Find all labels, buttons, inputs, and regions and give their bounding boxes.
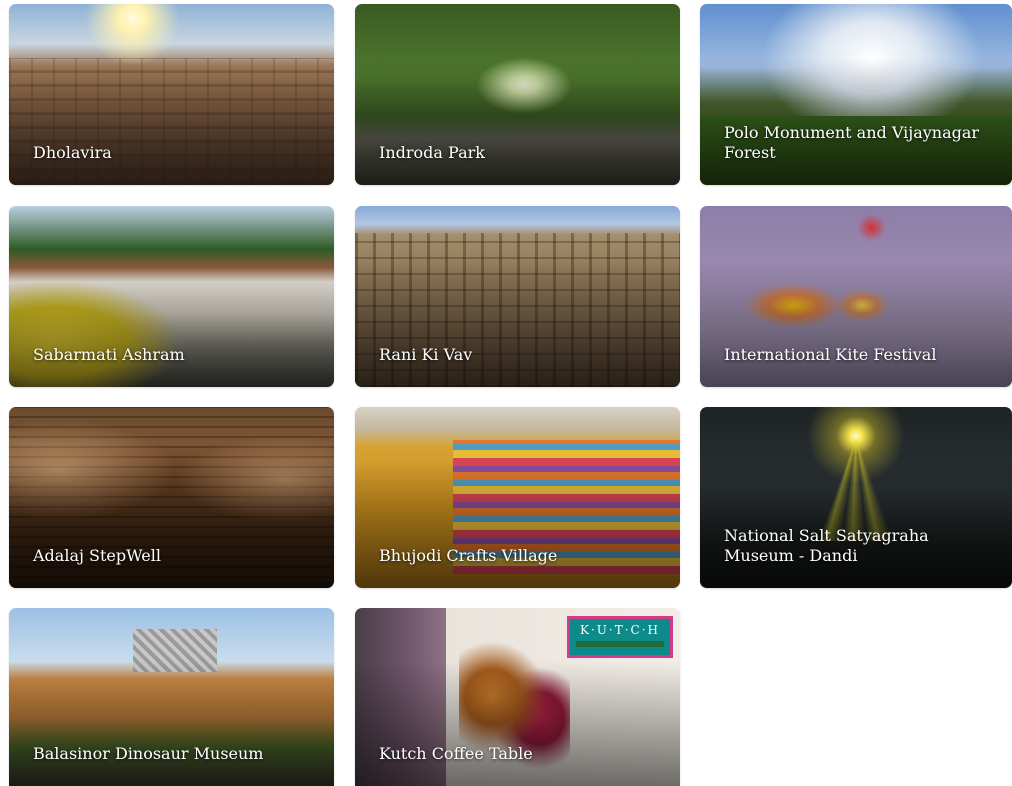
card-title: International Kite Festival xyxy=(724,345,937,364)
card-title: Kutch Coffee Table xyxy=(379,744,533,763)
card-title: Dholavira xyxy=(33,143,112,162)
card-title: Indroda Park xyxy=(379,143,485,162)
kutch-logo-text: K·U·T·C·H xyxy=(580,623,660,637)
card-polo-monument[interactable]: Polo Monument and Vijaynagar Forest xyxy=(700,4,1012,185)
card-salt-satyagraha-museum[interactable]: National Salt Satyagraha Museum - Dandi xyxy=(700,407,1012,588)
card-bhujodi-crafts[interactable]: Bhujodi Crafts Village xyxy=(355,407,680,588)
card-rani-ki-vav[interactable]: Rani Ki Vav xyxy=(355,206,680,387)
card-kutch-coffee-table[interactable]: K·U·T·C·H Kutch Coffee Table xyxy=(355,608,680,786)
card-kite-festival[interactable]: International Kite Festival xyxy=(700,206,1012,387)
card-title: Polo Monument and Vijaynagar Forest xyxy=(724,123,980,162)
card-title: Adalaj StepWell xyxy=(33,546,161,565)
card-title: Bhujodi Crafts Village xyxy=(379,546,558,565)
card-title: National Salt Satyagraha Museum - Dandi xyxy=(724,526,929,565)
card-adalaj-stepwell[interactable]: Adalaj StepWell xyxy=(9,407,334,588)
card-dholavira[interactable]: Dholavira xyxy=(9,4,334,185)
kutch-logo: K·U·T·C·H xyxy=(567,616,673,658)
card-sabarmati-ashram[interactable]: Sabarmati Ashram xyxy=(9,206,334,387)
card-balasinor-dinosaur-museum[interactable]: Balasinor Dinosaur Museum xyxy=(9,608,334,786)
card-indroda-park[interactable]: Indroda Park xyxy=(355,4,680,185)
destination-grid: Dholavira Indroda Park Polo Monument and… xyxy=(0,0,1012,786)
card-title: Rani Ki Vav xyxy=(379,345,473,364)
card-title: Balasinor Dinosaur Museum xyxy=(33,744,264,763)
card-title: Sabarmati Ashram xyxy=(33,345,185,364)
